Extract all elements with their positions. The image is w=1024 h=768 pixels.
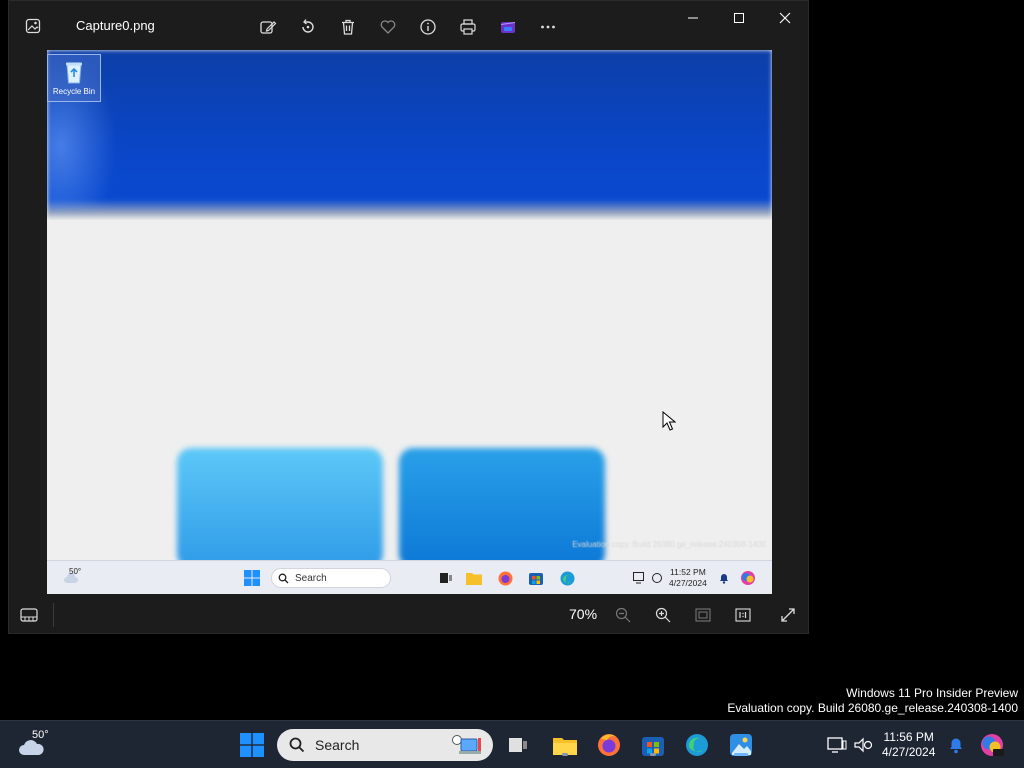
fullscreen-icon[interactable] (777, 604, 799, 626)
zoom-out-icon[interactable] (612, 604, 634, 626)
captured-firefox-icon (496, 569, 514, 587)
system-clock[interactable]: 11:56 PM 4/27/2024 (882, 730, 935, 760)
image-blue-banner (47, 50, 772, 220)
favorite-heart-icon[interactable] (375, 14, 401, 40)
delete-icon[interactable] (335, 14, 361, 40)
firefox-icon[interactable] (595, 731, 623, 759)
image-canvas[interactable]: Recycle Bin Evaluation copy. Build 26080… (47, 50, 772, 594)
search-icon (289, 737, 305, 753)
photos-icon[interactable] (727, 731, 755, 759)
watermark-line-2: Evaluation copy. Build 26080.ge_release.… (727, 701, 1018, 715)
task-view-icon[interactable] (504, 731, 532, 759)
recycle-bin-shortcut: Recycle Bin (47, 54, 101, 102)
search-highlight-icon (452, 735, 481, 754)
clock-time: 11:56 PM (883, 730, 934, 744)
taskbar-search-box[interactable]: Search (277, 729, 493, 761)
image-blue-tile-left (177, 448, 383, 568)
captured-search-icon (278, 573, 289, 583)
actual-size-icon[interactable] (732, 604, 754, 626)
search-label: Search (315, 737, 360, 753)
zoom-in-icon[interactable] (652, 604, 674, 626)
captured-store-icon (527, 569, 545, 587)
captured-time: 11:52 PM (670, 567, 706, 577)
captured-temperature: 50° (69, 567, 82, 576)
captured-date: 4/27/2024 (669, 578, 707, 588)
captured-taskview-icon (437, 569, 455, 587)
copilot-icon[interactable] (978, 731, 1006, 759)
filmstrip-icon[interactable] (18, 604, 40, 626)
print-icon[interactable] (455, 14, 481, 40)
info-icon[interactable] (415, 14, 441, 40)
captured-network-icon (649, 569, 665, 587)
mouse-cursor-icon (662, 410, 677, 436)
desktop-watermark: Windows 11 Pro Insider Preview Evaluatio… (727, 686, 1018, 716)
photos-app-icon[interactable] (23, 16, 43, 36)
more-options-icon[interactable] (535, 14, 561, 40)
file-explorer-icon[interactable] (551, 731, 579, 759)
recycle-bin-icon (66, 62, 82, 84)
zoom-level[interactable]: 70% (569, 606, 597, 622)
fit-to-window-icon[interactable] (692, 604, 714, 626)
clipchamp-icon[interactable] (495, 14, 521, 40)
edit-image-icon[interactable] (255, 14, 281, 40)
microsoft-store-icon[interactable] (639, 731, 667, 759)
clock-date: 4/27/2024 (882, 745, 936, 759)
weather-temperature: 50° (32, 729, 49, 741)
viewer-bottom-bar: 70% (9, 595, 808, 635)
watermark-line-1: Windows 11 Pro Insider Preview (846, 686, 1018, 700)
rotate-icon[interactable] (295, 14, 321, 40)
captured-watermark: Evaluation copy. Build 26080.ge_release.… (572, 540, 766, 549)
captured-file-explorer-icon (465, 569, 483, 587)
notification-bell-icon[interactable] (942, 731, 970, 759)
captured-copilot-icon (739, 569, 757, 587)
window-title: Capture0.png (76, 18, 155, 33)
recycle-bin-label: Recycle Bin (52, 87, 96, 96)
close-icon[interactable] (771, 6, 799, 30)
captured-display-icon (631, 569, 647, 587)
title-bar: Capture0.png (9, 1, 808, 51)
minimize-icon[interactable] (679, 6, 707, 30)
desktop: Capture0.png Recycle Bin Evaluation copy… (0, 0, 1024, 720)
photos-window: Capture0.png Recycle Bin Evaluation copy… (8, 0, 809, 634)
network-volume-icon[interactable] (849, 731, 877, 759)
image-blue-tile-right (399, 448, 605, 568)
captured-edge-icon (558, 569, 576, 587)
captured-search-label: Search (295, 572, 327, 584)
captured-search-box: Search (271, 568, 391, 588)
maximize-icon[interactable] (725, 6, 753, 30)
edge-icon[interactable] (683, 731, 711, 759)
bottom-divider (53, 603, 54, 627)
captured-start-icon (243, 569, 261, 587)
captured-taskbar: 50° Search 11:52 PM 4/27/2024 (47, 560, 772, 594)
captured-clock: 11:52 PM 4/27/2024 (669, 567, 707, 589)
taskbar: 50° Search 11:56 PM 4/27/2024 (0, 720, 1024, 768)
display-icon[interactable] (823, 731, 851, 759)
start-icon[interactable] (238, 731, 266, 759)
captured-bell-icon (717, 569, 731, 587)
